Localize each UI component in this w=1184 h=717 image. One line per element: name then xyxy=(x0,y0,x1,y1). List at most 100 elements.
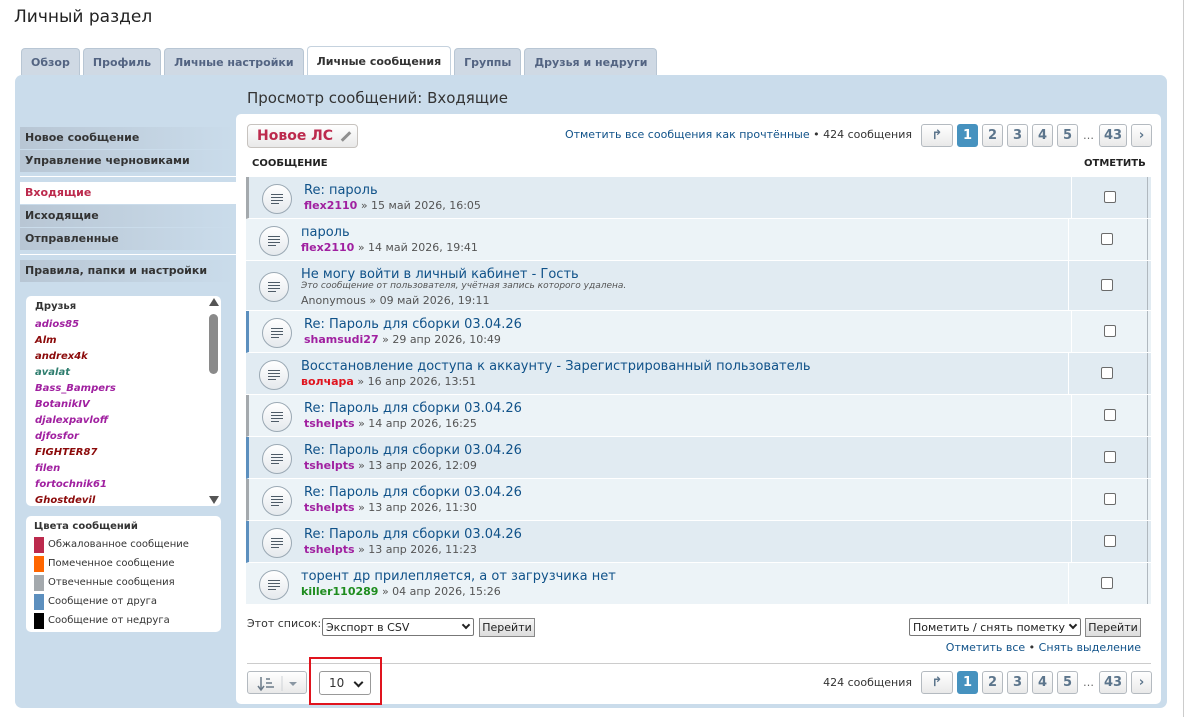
author-link[interactable]: tshelpts xyxy=(304,459,355,472)
message-meta: killer110289 » 04 апр 2026, 15:26 xyxy=(301,585,501,598)
scroll-down-icon[interactable] xyxy=(209,496,219,504)
mark-checkbox[interactable] xyxy=(1101,279,1113,291)
friend-item[interactable]: FIGHTER87 xyxy=(35,445,221,461)
friend-item[interactable]: BotanikIV xyxy=(35,397,221,413)
friend-item[interactable]: Bass_Bampers xyxy=(35,381,221,397)
message-title-link[interactable]: Не могу войти в личный кабинет - Гость xyxy=(301,267,579,282)
tab-private-messages[interactable]: Личные сообщения xyxy=(306,46,452,75)
mark-select[interactable]: Пометить / снять пометку xyxy=(909,618,1081,636)
mark-all-read-link[interactable]: Отметить все сообщения как прочтённые xyxy=(565,128,810,141)
mark-checkbox[interactable] xyxy=(1101,577,1113,589)
friend-item[interactable]: Ghostdevil xyxy=(35,493,221,506)
message-meta: Anonymous » 09 май 2026, 19:11 xyxy=(301,294,489,307)
menu-inbox[interactable]: Входящие xyxy=(20,182,236,204)
scroll-up-icon[interactable] xyxy=(209,298,219,306)
friend-item[interactable]: djalexpavloff xyxy=(35,413,221,429)
page-5[interactable]: 5 xyxy=(1057,671,1078,694)
page-43[interactable]: 43 xyxy=(1099,124,1128,147)
page-3[interactable]: 3 xyxy=(1007,671,1028,694)
column-divider xyxy=(1071,311,1072,352)
message-icon xyxy=(259,272,289,302)
page-3[interactable]: 3 xyxy=(1007,124,1028,147)
sort-button[interactable] xyxy=(247,671,307,694)
author-link[interactable]: tshelpts xyxy=(304,417,355,430)
message-title-link[interactable]: пароль xyxy=(301,225,350,240)
legend-item: Сообщение от недруга xyxy=(34,611,221,630)
mark-checkbox[interactable] xyxy=(1104,535,1116,547)
page-2[interactable]: 2 xyxy=(982,124,1003,147)
page-1[interactable]: 1 xyxy=(957,671,978,694)
menu-rules[interactable]: Правила, папки и настройки xyxy=(20,260,236,282)
row-edge xyxy=(1147,261,1148,310)
author-link[interactable]: волчара xyxy=(301,375,354,388)
bottom-divider xyxy=(247,663,1151,664)
message-title-link[interactable]: Re: Пароль для сборки 03.04.26 xyxy=(304,443,522,458)
friend-item[interactable]: adios85 xyxy=(35,317,221,333)
author-link[interactable]: tshelpts xyxy=(304,501,355,514)
author-link[interactable]: killer110289 xyxy=(301,585,378,598)
author-link[interactable]: shamsudi27 xyxy=(304,333,379,346)
mark-checkbox[interactable] xyxy=(1104,325,1116,337)
friend-item[interactable]: avalat xyxy=(35,365,221,381)
mark-checkbox[interactable] xyxy=(1104,493,1116,505)
friend-item[interactable]: djfosfor xyxy=(35,429,221,445)
message-title-link[interactable]: Восстановление доступа к аккаунту - Заре… xyxy=(301,359,811,374)
page-2[interactable]: 2 xyxy=(982,671,1003,694)
mark-checkbox[interactable] xyxy=(1101,367,1113,379)
mark-go-button[interactable]: Перейти xyxy=(1085,618,1141,637)
tab-groups[interactable]: Группы xyxy=(454,48,522,75)
message-row: Re: пароль flex2110 » 15 май 2026, 16:05 xyxy=(246,177,1151,219)
message-title-link[interactable]: Re: Пароль для сборки 03.04.26 xyxy=(304,317,522,332)
scroll-thumb[interactable] xyxy=(209,314,218,374)
per-page-select[interactable]: 10 xyxy=(319,671,371,695)
message-title-link[interactable]: Re: Пароль для сборки 03.04.26 xyxy=(304,485,522,500)
next-page-icon[interactable]: › xyxy=(1131,124,1153,147)
unmark-all-link[interactable]: Снять выделение xyxy=(1039,641,1141,654)
message-date: » 13 апр 2026, 11:30 xyxy=(358,501,477,514)
new-pm-button[interactable]: Новое ЛС xyxy=(247,124,358,148)
message-icon xyxy=(262,528,292,558)
tab-friends-foes[interactable]: Друзья и недруги xyxy=(524,48,658,75)
friend-item[interactable]: andrex4k xyxy=(35,349,221,365)
message-title-link[interactable]: Re: Пароль для сборки 03.04.26 xyxy=(304,527,522,542)
mark-all-link[interactable]: Отметить все xyxy=(946,641,1025,654)
message-title-link[interactable]: Re: Пароль для сборки 03.04.26 xyxy=(304,401,522,416)
column-divider xyxy=(1071,395,1072,436)
mark-checkbox[interactable] xyxy=(1104,191,1116,203)
message-row: Не могу войти в личный кабинет - Гость Эт… xyxy=(246,261,1151,311)
menu-drafts[interactable]: Управление черновиками xyxy=(20,150,236,172)
friend-item[interactable]: fortochnik61 xyxy=(35,477,221,493)
friend-item[interactable]: Alm xyxy=(35,333,221,349)
author-link[interactable]: Anonymous xyxy=(301,294,366,307)
message-meta: tshelpts » 13 апр 2026, 11:30 xyxy=(304,501,477,514)
menu-outbox[interactable]: Исходящие xyxy=(20,205,236,227)
menu-sent[interactable]: Отправленные xyxy=(20,228,236,250)
tab-profile[interactable]: Профиль xyxy=(82,48,162,75)
page-5[interactable]: 5 xyxy=(1057,124,1078,147)
menu-new-message[interactable]: Новое сообщение xyxy=(20,127,236,149)
page-4[interactable]: 4 xyxy=(1032,671,1053,694)
message-title-link[interactable]: торент др прилепляется, а от загрузчика … xyxy=(301,569,616,584)
export-go-button[interactable]: Перейти xyxy=(479,618,535,637)
legend-item: Помеченное сообщение xyxy=(34,554,221,573)
friends-scrollbar[interactable] xyxy=(208,298,219,504)
tab-preferences[interactable]: Личные настройки xyxy=(164,48,304,75)
jump-to-page-icon[interactable]: ↱ xyxy=(921,671,953,694)
mark-checkbox[interactable] xyxy=(1104,451,1116,463)
author-link[interactable]: flex2110 xyxy=(301,241,354,254)
message-title-link[interactable]: Re: пароль xyxy=(304,183,378,198)
tab-overview[interactable]: Обзор xyxy=(21,48,80,75)
export-select[interactable]: Экспорт в CSV xyxy=(322,618,474,636)
page-1[interactable]: 1 xyxy=(957,124,978,147)
page-43[interactable]: 43 xyxy=(1099,671,1128,694)
mark-checkbox[interactable] xyxy=(1104,409,1116,421)
mark-checkbox[interactable] xyxy=(1101,233,1113,245)
page-4[interactable]: 4 xyxy=(1032,124,1053,147)
jump-to-page-icon[interactable]: ↱ xyxy=(921,124,953,147)
friend-item[interactable]: filen xyxy=(35,461,221,477)
folder-heading: Просмотр сообщений: Входящие xyxy=(247,89,508,107)
next-page-icon[interactable]: › xyxy=(1131,671,1153,694)
legend-label: Сообщение от друга xyxy=(48,596,158,607)
author-link[interactable]: flex2110 xyxy=(304,199,357,212)
author-link[interactable]: tshelpts xyxy=(304,543,355,556)
